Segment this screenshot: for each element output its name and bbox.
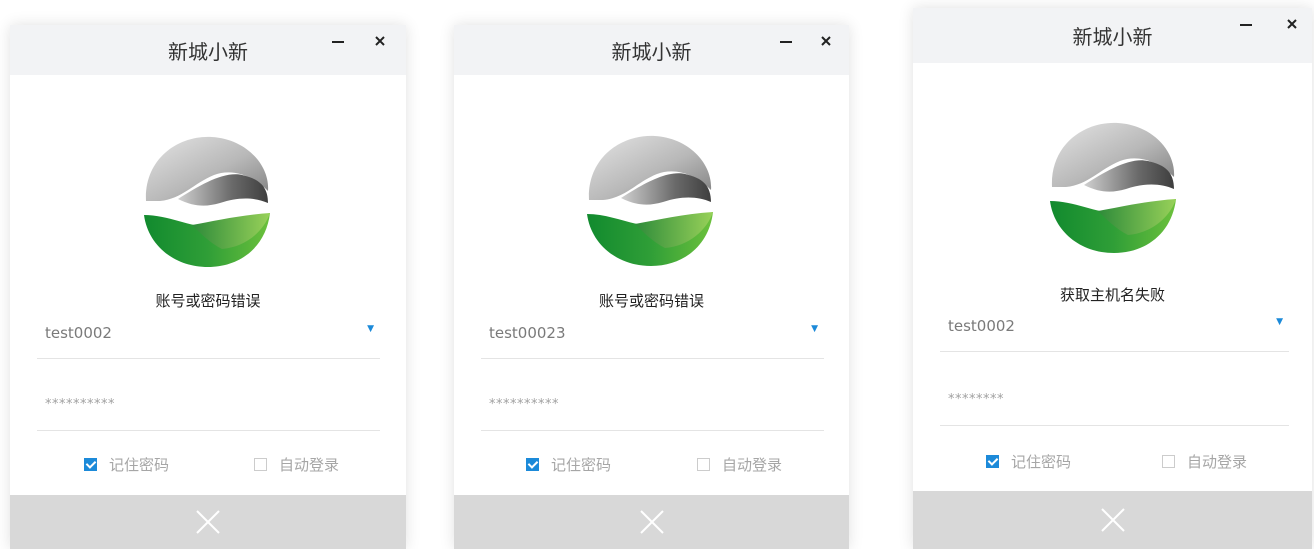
auto-login-label: 自动登录 [279,456,340,474]
close-x-icon [196,510,220,534]
username-value: test00023 [489,324,566,342]
password-field[interactable]: ********** [481,386,824,431]
login-button[interactable] [454,495,849,549]
error-message: 账号或密码错误 [155,292,261,310]
auto-login-checkbox[interactable]: 自动登录 [254,454,339,475]
title-bar: 新城小新 [454,25,849,75]
password-value: ********** [489,397,559,412]
remember-password-label: 记住密码 [551,456,612,474]
password-value: ******** [948,392,1004,407]
close-icon[interactable] [368,29,392,53]
password-value: ********** [45,397,115,412]
minimize-icon[interactable] [326,29,350,53]
auto-login-checkbox[interactable]: 自动登录 [1162,451,1247,472]
logo-icon [1050,122,1176,253]
username-field[interactable]: test00023 ▼ [481,314,824,359]
close-x-icon [1100,508,1125,532]
remember-password-label: 记住密码 [109,456,170,474]
title-bar: 新城小新 [10,25,406,75]
minimize-icon[interactable] [1234,12,1258,36]
close-x-icon [639,510,664,534]
auto-login-label: 自动登录 [722,456,783,474]
remember-password-checkbox[interactable]: 记住密码 [986,451,1071,472]
login-window-1: 新城小新 账号或密码错误 test0002 ▼ ********** 记住密码 … [10,25,406,549]
minimize-icon[interactable] [774,29,798,53]
username-field[interactable]: test0002 ▼ [940,307,1289,352]
auto-login-checkbox[interactable]: 自动登录 [697,454,782,475]
checkbox-unchecked-icon[interactable] [1162,455,1175,468]
error-message: 账号或密码错误 [598,292,704,310]
username-value: test0002 [948,317,1015,335]
remember-password-checkbox[interactable]: 记住密码 [526,454,611,475]
login-window-3: 新城小新 获取主机名失败 test0002 ▼ ******** 记住密码 自动… [913,8,1312,549]
logo-icon [587,135,713,266]
login-button[interactable] [913,491,1312,549]
password-field[interactable]: ******** [940,381,1289,426]
dropdown-arrow-icon[interactable]: ▼ [811,324,818,334]
checkbox-checked-icon[interactable] [986,455,999,468]
checkbox-checked-icon[interactable] [526,458,539,471]
checkbox-unchecked-icon[interactable] [697,458,710,471]
dropdown-arrow-icon[interactable]: ▼ [367,324,374,334]
dropdown-arrow-icon[interactable]: ▼ [1276,317,1283,327]
close-icon[interactable] [814,29,838,53]
remember-password-checkbox[interactable]: 记住密码 [84,454,169,475]
logo-icon [144,136,270,267]
username-field[interactable]: test0002 ▼ [37,314,380,359]
auto-login-label: 自动登录 [1187,453,1248,471]
error-message: 获取主机名失败 [1059,286,1165,304]
close-icon[interactable] [1280,12,1304,36]
checkbox-checked-icon[interactable] [84,458,97,471]
login-button[interactable] [10,495,406,549]
password-field[interactable]: ********** [37,386,380,431]
login-window-2: 新城小新 账号或密码错误 test00023 ▼ ********** 记住密码… [454,25,849,549]
username-value: test0002 [45,324,112,342]
remember-password-label: 记住密码 [1011,453,1072,471]
title-bar: 新城小新 [913,8,1312,63]
checkbox-unchecked-icon[interactable] [254,458,267,471]
